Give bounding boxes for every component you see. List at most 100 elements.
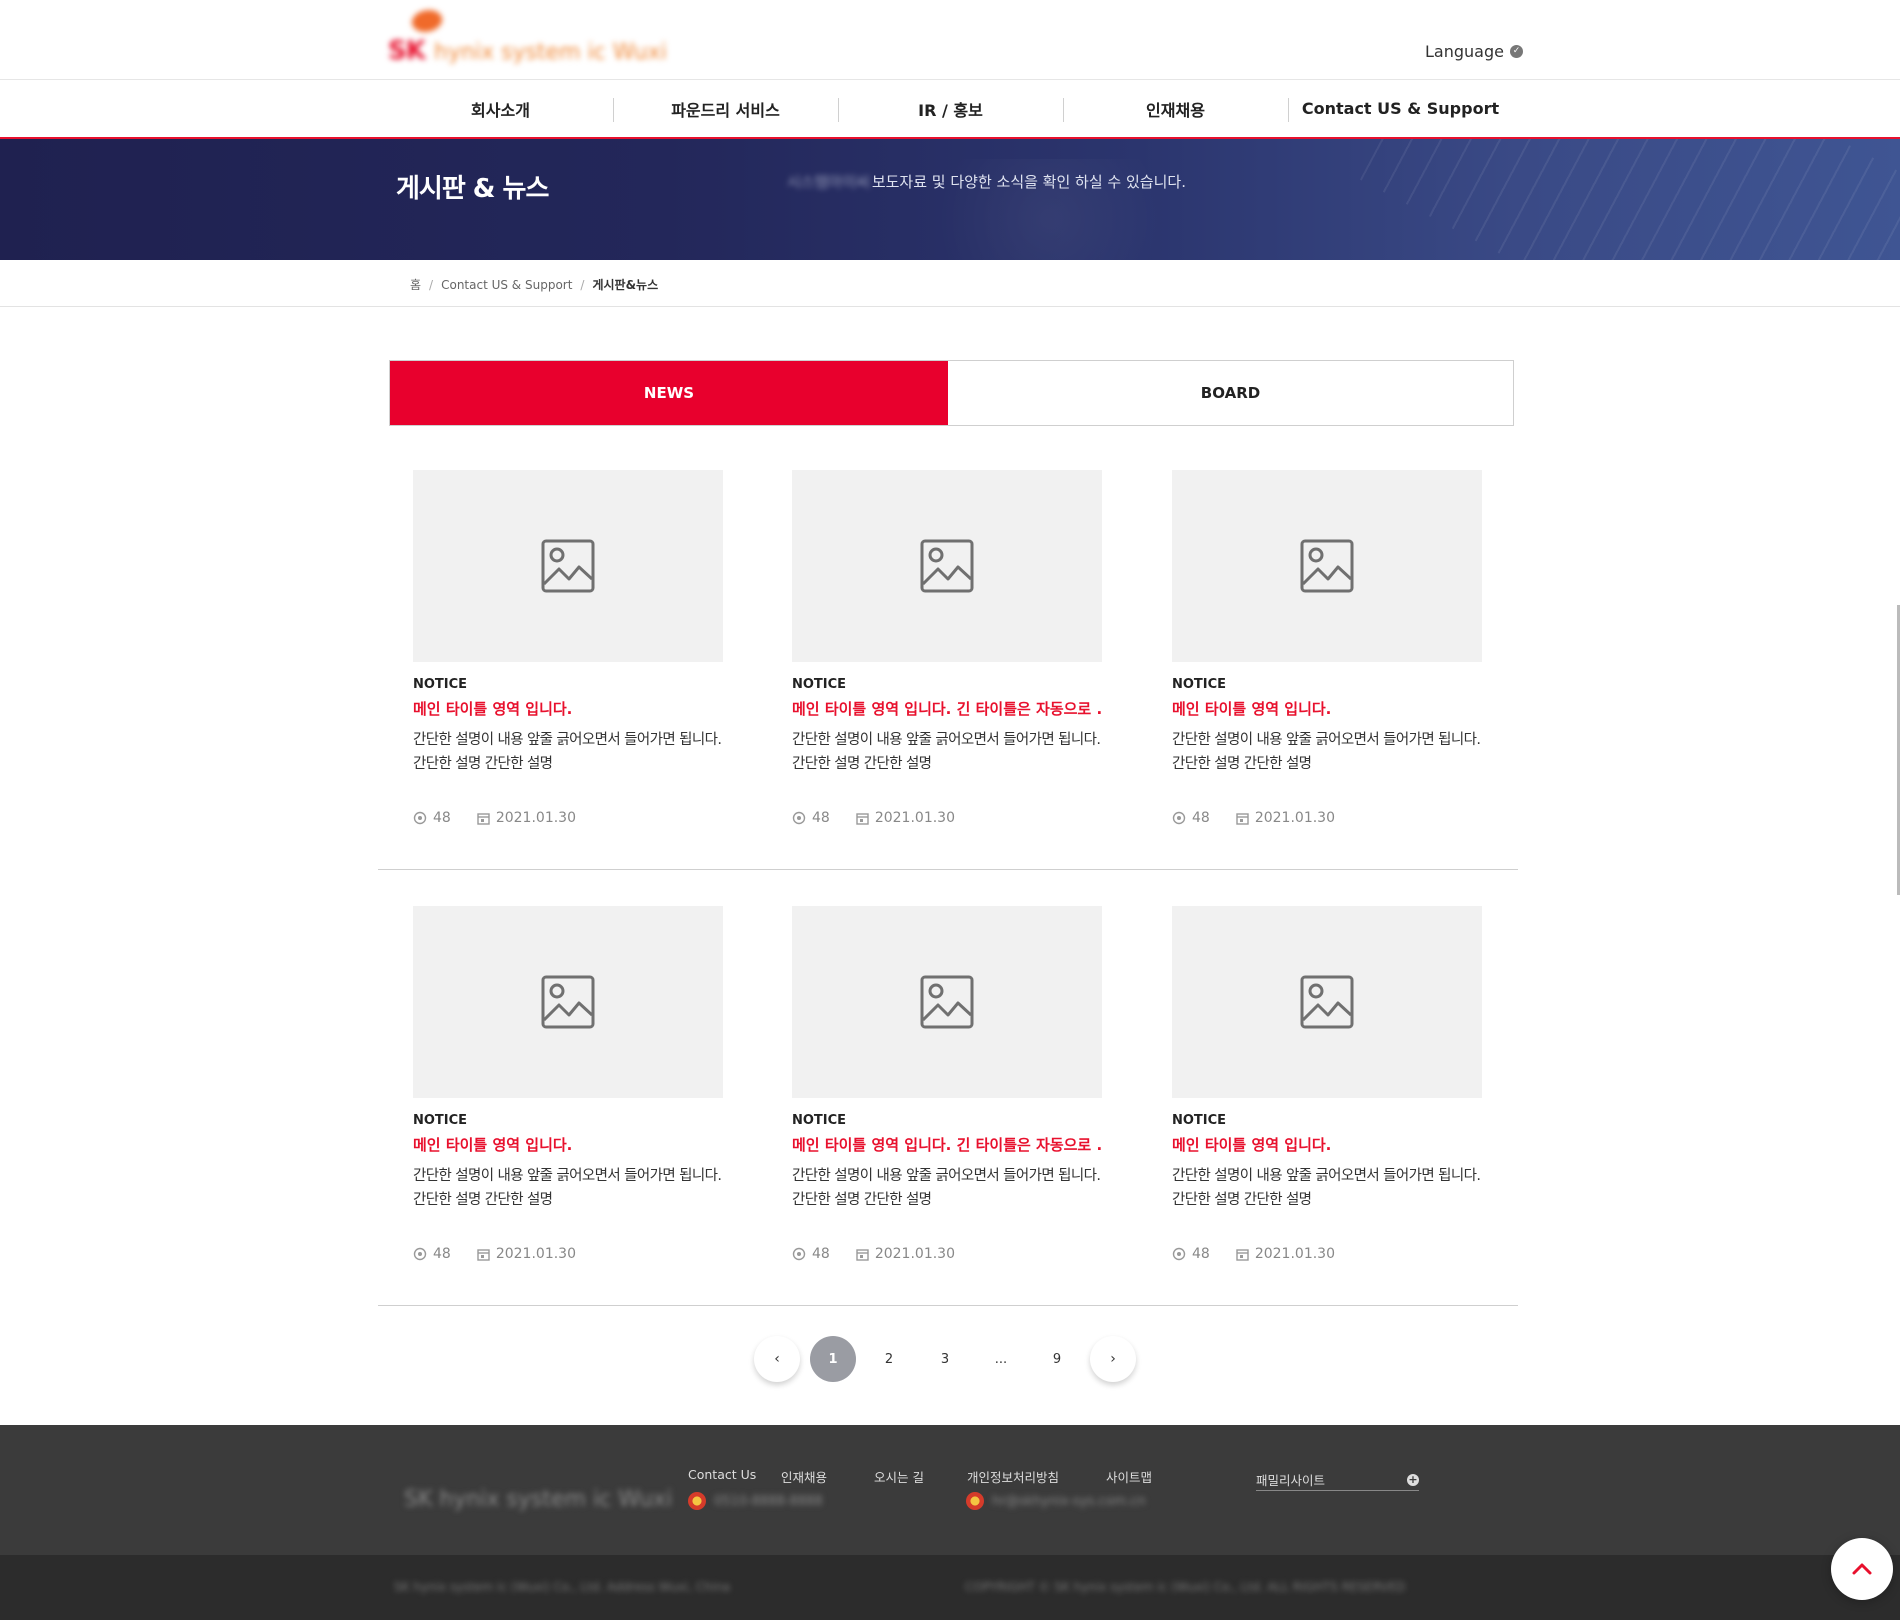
- page-hero-banner: 게시판 & 뉴스 시스템아이씨 보도자료 및 다양한 소식을 확인 하실 수 있습…: [0, 139, 1900, 260]
- news-card[interactable]: NOTICE 메인 타이틀 영역 입니다. 긴 타이틀은 자동으로 ... 간단…: [792, 470, 1102, 826]
- card-title[interactable]: 메인 타이틀 영역 입니다.: [413, 1134, 723, 1155]
- card-thumbnail: [413, 470, 723, 662]
- nav-item-contact-support[interactable]: Contact US & Support: [1288, 80, 1513, 137]
- footer-link-privacy[interactable]: 개인정보처리방침: [967, 1467, 1106, 1486]
- footer-contact-phone: 0510-8888-8888: [688, 1492, 823, 1510]
- image-placeholder-icon: [1300, 539, 1354, 593]
- footer-logo[interactable]: SK hynix system ic Wuxi: [404, 1487, 672, 1512]
- news-card[interactable]: NOTICE 메인 타이틀 영역 입니다. 간단한 설명이 내용 앞줄 긁어오면…: [1172, 470, 1482, 826]
- card-date: 2021.01.30: [1254, 1246, 1335, 1262]
- card-title[interactable]: 메인 타이틀 영역 입니다.: [413, 698, 723, 719]
- calendar-icon: [1236, 1248, 1249, 1261]
- main-navigation: 회사소개 파운드리 서비스 IR / 홍보 인재채용 Contact US & …: [0, 80, 1900, 139]
- image-placeholder-icon: [1300, 975, 1354, 1029]
- scroll-to-top-button[interactable]: [1831, 1538, 1893, 1600]
- company-logo[interactable]: SK hynix system ic Wuxi: [386, 4, 676, 70]
- card-row: NOTICE 메인 타이틀 영역 입니다. 간단한 설명이 내용 앞줄 긁어오면…: [378, 470, 1518, 870]
- logo-subtext: hynix system ic Wuxi: [434, 40, 667, 65]
- page-ellipsis: ...: [994, 1351, 1008, 1367]
- card-title[interactable]: 메인 타이틀 영역 입니다.: [1172, 698, 1482, 719]
- card-thumbnail: [792, 470, 1102, 662]
- footer-links: Contact Us 인재채용 오시는 길 개인정보처리방침 사이트맵: [688, 1467, 1152, 1486]
- footer: SK hynix system ic Wuxi Contact Us 인재채용 …: [0, 1425, 1900, 1555]
- image-placeholder-icon: [920, 975, 974, 1029]
- next-page-button[interactable]: ›: [1090, 1336, 1136, 1382]
- nav-item-ir[interactable]: IR / 홍보: [838, 80, 1063, 137]
- eye-icon: [1172, 1247, 1186, 1261]
- card-meta: 48 2021.01.30: [1172, 1246, 1482, 1262]
- card-views: 48: [812, 1246, 830, 1262]
- page-description-blurred: 시스템아이씨: [787, 173, 870, 191]
- emblem-icon: [966, 1492, 984, 1510]
- footer-link-recruit[interactable]: 인재채용: [781, 1467, 874, 1486]
- footer-contact-phone-text: 0510-8888-8888: [714, 1493, 823, 1509]
- card-description: 간단한 설명이 내용 앞줄 긁어오면서 들어가면 됩니다. 간단한 설명 간단한…: [792, 1168, 1101, 1208]
- card-category: NOTICE: [792, 1113, 847, 1128]
- tab-news[interactable]: NEWS: [390, 361, 948, 425]
- eye-icon: [1172, 811, 1186, 825]
- language-label: Language: [1425, 42, 1504, 61]
- copyright-bar: SK hynix system ic (Wuxi) Co., Ltd. Addr…: [0, 1555, 1900, 1620]
- nav-item-recruit[interactable]: 인재채용: [1063, 80, 1288, 137]
- family-site-label: 패밀리사이트: [1256, 1473, 1326, 1488]
- nav-item-company[interactable]: 회사소개: [388, 80, 613, 137]
- card-description: 간단한 설명이 내용 앞줄 긁어오면서 들어가면 됩니다. 간단한 설명 간단한…: [1172, 1168, 1481, 1208]
- news-card[interactable]: NOTICE 메인 타이틀 영역 입니다. 긴 타이틀은 자동으로 ... 간단…: [792, 906, 1102, 1262]
- breadcrumb-contact-support[interactable]: Contact US & Support: [441, 278, 572, 292]
- footer-copyright: COPYRIGHT © SK hynix system ic (Wuxi) Co…: [965, 1580, 1406, 1594]
- image-placeholder-icon: [920, 539, 974, 593]
- card-views: 48: [1192, 810, 1210, 826]
- breadcrumb-home[interactable]: 홈: [410, 276, 421, 293]
- card-title[interactable]: 메인 타이틀 영역 입니다. 긴 타이틀은 자동으로 ...: [792, 1134, 1102, 1155]
- footer-contact-email: hr@skhynix-sys.com.cn: [966, 1492, 1146, 1510]
- eye-icon: [792, 811, 806, 825]
- calendar-icon: [477, 1248, 490, 1261]
- news-card[interactable]: NOTICE 메인 타이틀 영역 입니다. 간단한 설명이 내용 앞줄 긁어오면…: [413, 906, 723, 1262]
- language-selector[interactable]: Language ✓: [1425, 42, 1523, 61]
- card-meta: 48 2021.01.30: [792, 810, 1102, 826]
- footer-contact-email-text: hr@skhynix-sys.com.cn: [992, 1493, 1146, 1509]
- family-site-select[interactable]: 패밀리사이트 +: [1256, 1469, 1419, 1491]
- image-placeholder-icon: [541, 539, 595, 593]
- page-description: 시스템아이씨 보도자료 및 다양한 소식을 확인 하실 수 있습니다.: [787, 171, 1186, 192]
- calendar-icon: [856, 1248, 869, 1261]
- card-date: 2021.01.30: [1254, 810, 1335, 826]
- chevron-up-icon: [1852, 1563, 1872, 1575]
- card-thumbnail: [413, 906, 723, 1098]
- card-description: 간단한 설명이 내용 앞줄 긁어오면서 들어가면 됩니다. 간단한 설명 간단한…: [792, 732, 1101, 772]
- footer-link-contact[interactable]: Contact Us: [688, 1467, 781, 1486]
- page-button-current[interactable]: 1: [810, 1336, 856, 1382]
- page-button[interactable]: 3: [922, 1336, 968, 1382]
- plus-circle-icon: +: [1407, 1472, 1419, 1486]
- page-button[interactable]: 2: [866, 1336, 912, 1382]
- card-date: 2021.01.30: [874, 1246, 955, 1262]
- card-views: 48: [433, 810, 451, 826]
- card-thumbnail: [1172, 906, 1482, 1098]
- card-category: NOTICE: [413, 1113, 468, 1128]
- nav-item-foundry-service[interactable]: 파운드리 서비스: [613, 80, 838, 137]
- footer-link-directions[interactable]: 오시는 길: [874, 1467, 967, 1486]
- page-button-last[interactable]: 9: [1034, 1336, 1080, 1382]
- card-category: NOTICE: [413, 677, 468, 692]
- card-views: 48: [812, 810, 830, 826]
- card-thumbnail: [792, 906, 1102, 1098]
- footer-link-sitemap[interactable]: 사이트맵: [1106, 1467, 1152, 1486]
- check-circle-icon: ✓: [1509, 45, 1523, 58]
- calendar-icon: [1236, 812, 1249, 825]
- card-date: 2021.01.30: [495, 810, 576, 826]
- news-card[interactable]: NOTICE 메인 타이틀 영역 입니다. 간단한 설명이 내용 앞줄 긁어오면…: [413, 470, 723, 826]
- card-description: 간단한 설명이 내용 앞줄 긁어오면서 들어가면 됩니다. 간단한 설명 간단한…: [1172, 732, 1481, 772]
- breadcrumb-current: 게시판&뉴스: [592, 278, 659, 292]
- card-title[interactable]: 메인 타이틀 영역 입니다.: [1172, 1134, 1482, 1155]
- card-title[interactable]: 메인 타이틀 영역 입니다. 긴 타이틀은 자동으로 ...: [792, 698, 1102, 719]
- tab-board[interactable]: BOARD: [948, 361, 1513, 425]
- card-category: NOTICE: [1172, 677, 1227, 692]
- breadcrumb-separator: /: [580, 277, 585, 292]
- prev-page-button[interactable]: ‹: [754, 1336, 800, 1382]
- card-meta: 48 2021.01.30: [1172, 810, 1482, 826]
- news-card[interactable]: NOTICE 메인 타이틀 영역 입니다. 간단한 설명이 내용 앞줄 긁어오면…: [1172, 906, 1482, 1262]
- card-row: NOTICE 메인 타이틀 영역 입니다. 간단한 설명이 내용 앞줄 긁어오면…: [378, 906, 1518, 1306]
- breadcrumb-separator: /: [429, 277, 434, 292]
- page-description-text: 보도자료 및 다양한 소식을 확인 하실 수 있습니다.: [871, 173, 1186, 191]
- logo-mark-icon: [408, 4, 446, 38]
